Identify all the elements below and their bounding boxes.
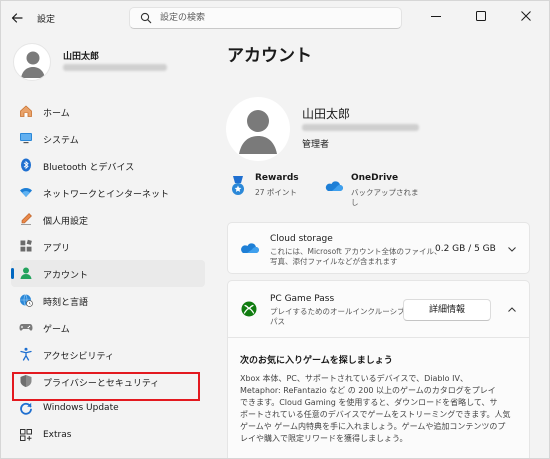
maximize-button[interactable]	[459, 1, 503, 31]
person-icon	[20, 267, 32, 279]
page-title: アカウント	[227, 46, 312, 66]
rewards-title: Rewards	[255, 173, 299, 183]
search-input[interactable]	[160, 11, 390, 25]
pen-icon	[21, 213, 32, 225]
gamepad-icon	[19, 324, 33, 331]
description-line: レイや購入で限定リワードを獲得しましょう。	[240, 434, 408, 443]
sidebar-item-home[interactable]: ホーム	[11, 98, 205, 125]
wifi-icon	[20, 188, 32, 197]
account-role: 管理者	[302, 140, 330, 150]
profile-avatar[interactable]	[13, 43, 51, 81]
favorite-games-heading: 次のお気に入りゲームを探しましょう	[240, 356, 393, 366]
cloud-storage-card[interactable]: Cloud storage これには、Microsoft アカウント全体のファイ…	[227, 222, 530, 274]
chevron-down-icon[interactable]	[507, 244, 517, 254]
description-line: ゲームや ゲーム内特典を手に入れましょう。ゲームや追加コンテンツのプ	[240, 422, 506, 431]
settings-window: 設定 山田太郎 ホーム システム Bluetooth とデバイ	[0, 0, 550, 459]
sidebar-item-system[interactable]: システム	[11, 125, 205, 152]
minimize-icon	[431, 16, 441, 17]
description-line: できます。Cloud Gaming を使用すると、ダウンロードを省略して、サ	[240, 398, 498, 407]
account-email-redacted	[302, 124, 419, 131]
minimize-button[interactable]	[414, 1, 458, 31]
onedrive-status: バックアップされま	[351, 188, 419, 197]
person-avatar-icon	[239, 110, 277, 154]
profile-email-redacted	[63, 64, 167, 71]
search-box[interactable]	[129, 7, 402, 29]
cloud-storage-desc-1: これには、Microsoft アカウント全体のファイル、	[270, 247, 442, 256]
rewards-medal-icon	[232, 176, 244, 195]
learn-more-button[interactable]: 詳細情報	[403, 299, 491, 321]
maximize-icon	[476, 11, 486, 21]
cloud-storage-desc-2: 写真、添付ファイルなどが含まれます	[270, 257, 398, 266]
search-icon	[140, 12, 152, 24]
description-line: Xbox 本体、PC、サポートされているデバイスで、Diablo IV、	[240, 374, 468, 383]
person-avatar-icon	[21, 51, 45, 78]
rewards-points: 27 ポイント	[255, 188, 297, 197]
onedrive-title: OneDrive	[351, 173, 399, 183]
sidebar-item-accounts[interactable]: アカウント	[11, 260, 205, 287]
sidebar-item-bluetooth[interactable]: Bluetooth とデバイス	[11, 152, 205, 179]
sidebar-item-network[interactable]: ネットワークとインターネット	[11, 179, 205, 206]
cloud-storage-usage: 0.2 GB / 5 GB	[435, 244, 496, 254]
card-divider	[228, 337, 529, 338]
highlight-box	[12, 372, 200, 401]
account-avatar[interactable]	[226, 97, 290, 161]
apps-icon	[20, 239, 32, 252]
bluetooth-icon	[21, 158, 31, 172]
globe-clock-icon	[20, 294, 33, 307]
refresh-icon	[20, 402, 32, 415]
sidebar-item-gaming[interactable]: ゲーム	[11, 314, 205, 341]
extras-icon	[20, 429, 32, 441]
description-line: ポートされている任意のデバイスでゲームをストリーミングできます。人気	[240, 410, 511, 419]
game-pass-title: PC Game Pass	[270, 294, 335, 304]
game-pass-card: PC Game Pass プレイするためのオールインクルーシブ パス 詳細情報 …	[227, 280, 530, 458]
back-arrow-icon[interactable]	[9, 10, 25, 26]
sidebar-item-accessibility[interactable]: アクセシビリティ	[11, 341, 205, 368]
game-pass-desc-2: パス	[270, 317, 285, 326]
sidebar-item-apps[interactable]: アプリ	[11, 233, 205, 260]
sidebar-item-time-language[interactable]: 時刻と言語	[11, 287, 205, 314]
description-line: Metaphor: ReFantazio など の 200 以上のゲームのカタロ…	[240, 386, 496, 395]
close-button[interactable]	[504, 1, 548, 31]
app-title: 設定	[37, 15, 56, 25]
close-icon	[521, 11, 531, 21]
onedrive-cloud-icon	[325, 181, 343, 191]
home-icon	[20, 105, 32, 117]
sidebar-item-extras[interactable]: Extras	[11, 422, 205, 449]
account-name: 山田太郎	[302, 107, 351, 121]
monitor-icon	[20, 133, 32, 144]
chevron-up-icon[interactable]	[507, 305, 517, 315]
game-pass-desc-1: プレイするためのオールインクルーシブ	[270, 307, 405, 316]
xbox-icon	[241, 301, 257, 317]
profile-name: 山田太郎	[63, 52, 100, 62]
active-indicator	[11, 268, 14, 279]
accessibility-icon	[20, 347, 32, 361]
cloud-storage-title: Cloud storage	[270, 234, 333, 244]
game-pass-description: Xbox 本体、PC、サポートされているデバイスで、Diablo IV、 Met…	[240, 373, 510, 445]
onedrive-status-cont: し	[351, 198, 359, 207]
sidebar-item-personalization[interactable]: 個人用設定	[11, 206, 205, 233]
title-bar: 設定	[1, 1, 549, 35]
cloud-storage-icon	[241, 243, 259, 253]
